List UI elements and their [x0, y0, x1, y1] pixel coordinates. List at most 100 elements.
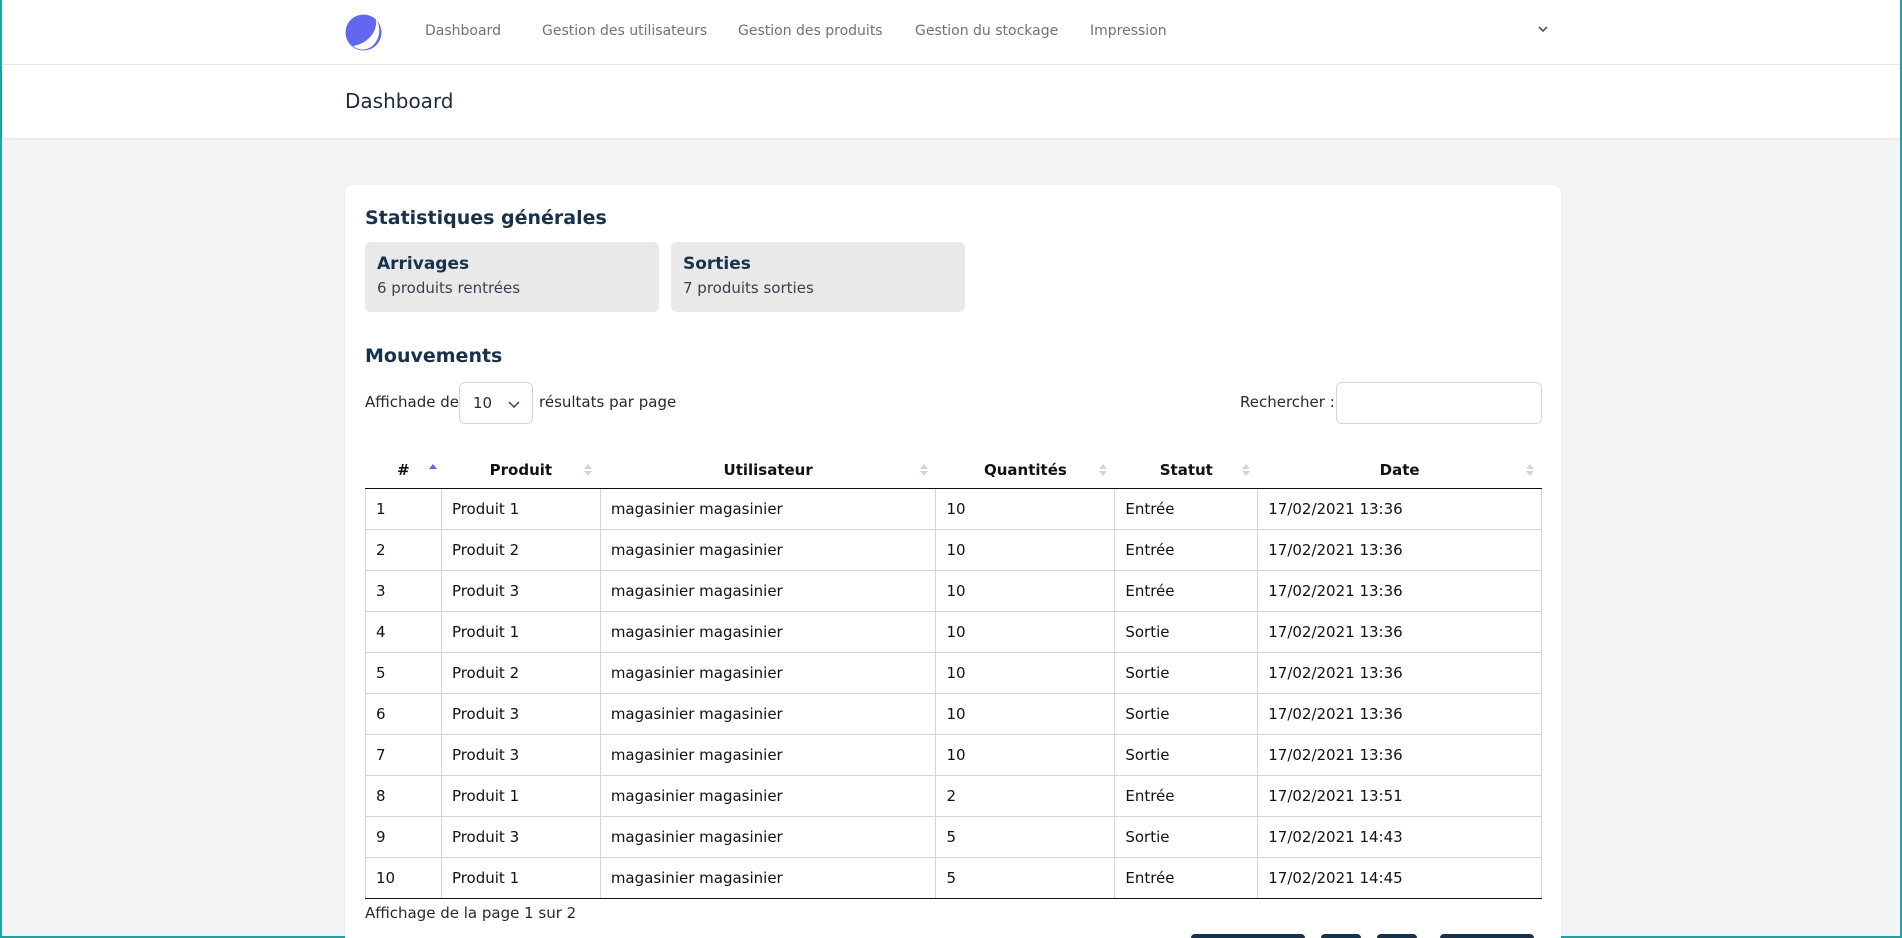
- stat-arrivals-subtitle: 6 produits rentrées: [377, 279, 521, 297]
- cell-date: 17/02/2021 13:36: [1257, 611, 1542, 653]
- table-row: 6 Produit 3 magasinier magasinier 10 Sor…: [365, 693, 1542, 735]
- table-row: 2 Produit 2 magasinier magasinier 10 Ent…: [365, 529, 1542, 571]
- cell-date: 17/02/2021 13:36: [1257, 652, 1542, 694]
- length-suffix-label: résultats par page: [539, 393, 677, 411]
- nav-item-users[interactable]: Gestion des utilisateurs: [542, 23, 707, 39]
- nav-item-printing[interactable]: Impression: [1090, 23, 1167, 39]
- cell-user: magasinier magasinier: [600, 529, 937, 571]
- column-header-date[interactable]: Date: [1257, 452, 1542, 489]
- sort-icon: [1098, 464, 1107, 476]
- cell-status: Sortie: [1114, 693, 1259, 735]
- cell-user: magasinier magasinier: [600, 816, 937, 858]
- dashboard-card: Statistiques générales Arrivages 6 produ…: [345, 185, 1561, 938]
- pagination-next-button[interactable]: [1440, 934, 1534, 938]
- column-header-product[interactable]: Produit: [441, 452, 601, 489]
- cell-user: magasinier magasinier: [600, 734, 937, 776]
- cell-user: magasinier magasinier: [600, 570, 937, 612]
- cell-user: magasinier magasinier: [600, 775, 937, 817]
- pagination-info: Affichage de la page 1 sur 2: [365, 904, 577, 922]
- column-header-label: Utilisateur: [723, 460, 813, 479]
- cell-date: 17/02/2021 13:51: [1257, 775, 1542, 817]
- top-navbar: Dashboard Gestion des utilisateurs Gesti…: [2, 0, 1900, 65]
- cell-quantity: 5: [935, 816, 1116, 858]
- sort-icon: [1525, 464, 1534, 476]
- chevron-down-icon[interactable]: [1536, 22, 1550, 36]
- cell-status: Sortie: [1114, 611, 1259, 653]
- table-row: 4 Produit 1 magasinier magasinier 10 Sor…: [365, 611, 1542, 653]
- cell-product: Produit 1: [441, 857, 601, 899]
- cell-quantity: 10: [935, 570, 1116, 612]
- cell-product: Produit 1: [441, 775, 601, 817]
- sort-icon: [919, 464, 928, 476]
- cell-product: Produit 2: [441, 652, 601, 694]
- cell-user: magasinier magasinier: [600, 652, 937, 694]
- cell-quantity: 10: [935, 734, 1116, 776]
- page-title: Dashboard: [345, 89, 454, 113]
- nav-item-dashboard[interactable]: Dashboard: [425, 23, 501, 39]
- table-row: 9 Produit 3 magasinier magasinier 5 Sort…: [365, 816, 1542, 858]
- cell-status: Entrée: [1114, 570, 1259, 612]
- cell-id: 9: [365, 816, 442, 858]
- cell-status: Entrée: [1114, 529, 1259, 571]
- chevron-down-icon: [508, 401, 520, 409]
- cell-user: magasinier magasinier: [600, 857, 937, 899]
- table-row: 7 Produit 3 magasinier magasinier 10 Sor…: [365, 734, 1542, 776]
- cell-product: Produit 1: [441, 611, 601, 653]
- cell-product: Produit 3: [441, 570, 601, 612]
- column-header-id[interactable]: #: [365, 452, 442, 489]
- pagination-page-2-button[interactable]: [1377, 934, 1417, 938]
- stat-exits: Sorties 7 produits sorties: [671, 242, 965, 312]
- cell-product: Produit 2: [441, 529, 601, 571]
- nav-item-storage[interactable]: Gestion du stockage: [915, 23, 1058, 39]
- cell-quantity: 10: [935, 693, 1116, 735]
- cell-product: Produit 3: [441, 693, 601, 735]
- cell-date: 17/02/2021 13:36: [1257, 693, 1542, 735]
- cell-date: 17/02/2021 13:36: [1257, 570, 1542, 612]
- cell-quantity: 10: [935, 488, 1116, 530]
- search-input[interactable]: [1336, 382, 1542, 424]
- cell-user: magasinier magasinier: [600, 611, 937, 653]
- sort-asc-icon: [429, 464, 438, 469]
- nav-item-products[interactable]: Gestion des produits: [738, 23, 883, 39]
- page-length-value: 10: [473, 394, 493, 412]
- cell-user: magasinier magasinier: [600, 693, 937, 735]
- cell-quantity: 5: [935, 857, 1116, 899]
- cell-date: 17/02/2021 13:36: [1257, 529, 1542, 571]
- cell-status: Entrée: [1114, 857, 1259, 899]
- column-header-user[interactable]: Utilisateur: [600, 452, 936, 489]
- table-row: 1 Produit 1 magasinier magasinier 10 Ent…: [365, 488, 1542, 530]
- column-header-status[interactable]: Statut: [1114, 452, 1258, 489]
- column-header-label: Statut: [1159, 460, 1213, 479]
- cell-id: 5: [365, 652, 442, 694]
- cell-status: Entrée: [1114, 775, 1259, 817]
- cell-date: 17/02/2021 14:45: [1257, 857, 1542, 899]
- stat-exits-title: Sorties: [683, 254, 751, 274]
- pagination-page-1-button[interactable]: [1321, 934, 1361, 938]
- sort-icon: [584, 464, 593, 476]
- stat-arrivals: Arrivages 6 produits rentrées: [365, 242, 659, 312]
- page-length-select[interactable]: 10: [459, 382, 533, 424]
- cell-id: 8: [365, 775, 442, 817]
- cell-status: Sortie: [1114, 816, 1259, 858]
- cell-id: 2: [365, 529, 442, 571]
- cell-date: 17/02/2021 13:36: [1257, 734, 1542, 776]
- stats-title: Statistiques générales: [365, 207, 607, 229]
- crescent-logo-icon[interactable]: [345, 14, 382, 51]
- movements-table: # Produit Utilisateur Quantités Statut D…: [365, 452, 1542, 899]
- movements-title: Mouvements: [365, 345, 503, 367]
- cell-quantity: 10: [935, 652, 1116, 694]
- sort-icon: [1241, 464, 1250, 476]
- table-row: 8 Produit 1 magasinier magasinier 2 Entr…: [365, 775, 1542, 817]
- cell-quantity: 10: [935, 611, 1116, 653]
- cell-id: 1: [365, 488, 442, 530]
- table-header-row: # Produit Utilisateur Quantités Statut D…: [365, 452, 1542, 489]
- length-prefix-label: Affichade de: [365, 393, 459, 411]
- page-header: Dashboard: [2, 65, 1900, 138]
- cell-status: Entrée: [1114, 488, 1259, 530]
- column-header-quantity[interactable]: Quantités: [935, 452, 1115, 489]
- cell-id: 10: [365, 857, 442, 899]
- cell-quantity: 10: [935, 529, 1116, 571]
- column-header-label: Quantités: [983, 460, 1067, 479]
- pagination-previous-button[interactable]: [1191, 934, 1305, 938]
- cell-date: 17/02/2021 14:43: [1257, 816, 1542, 858]
